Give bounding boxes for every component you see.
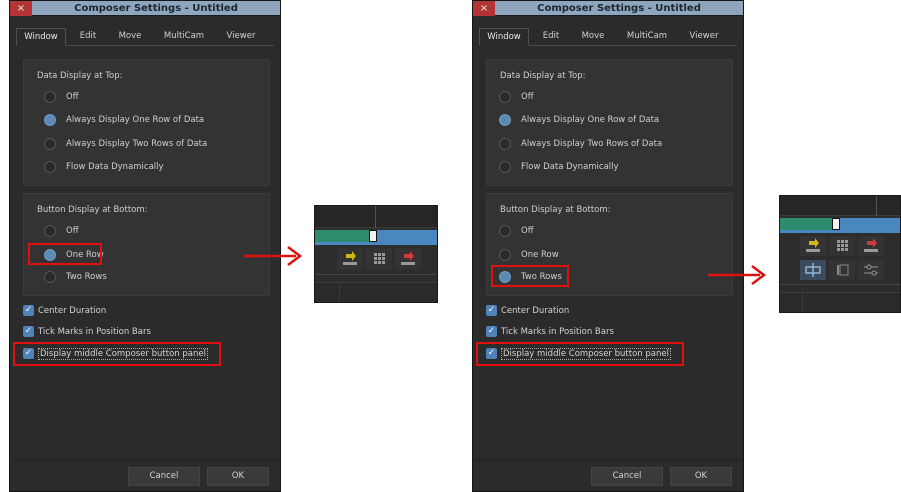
- ok-button[interactable]: OK: [207, 467, 269, 486]
- radio-data-off[interactable]: Off: [499, 90, 534, 104]
- data-display-title: Data Display at Top:: [500, 71, 586, 81]
- checkmark-icon: ✓: [486, 305, 497, 316]
- tab-edit[interactable]: Edit: [70, 28, 106, 46]
- tab-viewer[interactable]: Viewer: [214, 28, 268, 46]
- radio-data-two-rows[interactable]: Always Display Two Rows of Data: [44, 137, 207, 151]
- checkmark-icon: ✓: [23, 326, 34, 337]
- window-title: Composer Settings - Untitled: [537, 3, 701, 14]
- composer-preview-one-row: [314, 205, 438, 303]
- cancel-button[interactable]: Cancel: [128, 467, 200, 486]
- tab-multicam[interactable]: MultiCam: [619, 28, 675, 46]
- radio-data-two-rows[interactable]: Always Display Two Rows of Data: [499, 137, 662, 151]
- dialog-footer: Cancel OK: [10, 459, 280, 491]
- multicam-button[interactable]: [829, 260, 855, 280]
- close-button[interactable]: ×: [10, 1, 32, 16]
- radio-data-off[interactable]: Off: [44, 90, 79, 104]
- radio-buttons-off[interactable]: Off: [44, 224, 79, 238]
- tab-bar: Window Edit Move MultiCam Viewer: [479, 28, 737, 46]
- close-button[interactable]: ×: [473, 1, 495, 16]
- highlight-middle-panel: [13, 342, 221, 366]
- splice-in-button[interactable]: [337, 248, 363, 270]
- radio-buttons-off[interactable]: Off: [499, 224, 534, 238]
- checkmark-icon: ✓: [23, 305, 34, 316]
- timeline-blue-bar: [377, 230, 437, 242]
- highlight-middle-panel: [476, 342, 684, 366]
- position-indicator: [832, 218, 840, 230]
- composer-settings-dialog-left: × Composer Settings - Untitled Window Ed…: [9, 0, 281, 492]
- highlight-one-row: [28, 243, 102, 265]
- tab-multicam[interactable]: MultiCam: [156, 28, 212, 46]
- radio-data-flow[interactable]: Flow Data Dynamically: [499, 160, 619, 174]
- radio-data-one-row[interactable]: Always Display One Row of Data: [499, 113, 659, 127]
- grid-button[interactable]: [829, 236, 855, 256]
- highlight-two-rows: [491, 265, 569, 287]
- data-display-title: Data Display at Top:: [37, 71, 123, 81]
- grid-button[interactable]: [366, 248, 392, 270]
- position-indicator: [369, 230, 377, 242]
- checkmark-icon: ✓: [486, 326, 497, 337]
- check-tick-marks[interactable]: ✓ Tick Marks in Position Bars: [486, 325, 614, 338]
- mixer-button[interactable]: [858, 260, 884, 280]
- tab-move[interactable]: Move: [108, 28, 152, 46]
- overwrite-button[interactable]: [800, 260, 826, 280]
- radio-buttons-two-rows[interactable]: Two Rows: [44, 270, 107, 284]
- lift-button[interactable]: [858, 236, 884, 256]
- button-display-title: Button Display at Bottom:: [500, 205, 611, 215]
- tab-bar: Window Edit Move MultiCam Viewer: [16, 28, 274, 46]
- window-title: Composer Settings - Untitled: [74, 3, 238, 14]
- check-tick-marks[interactable]: ✓ Tick Marks in Position Bars: [23, 325, 151, 338]
- timeline-green-bar: [780, 218, 832, 230]
- ok-button[interactable]: OK: [670, 467, 732, 486]
- data-display-group: Data Display at Top: Off Always Display …: [486, 59, 733, 186]
- tab-window[interactable]: Window: [16, 28, 66, 46]
- right-arrow-icon: [708, 265, 767, 285]
- tab-window[interactable]: Window: [479, 28, 529, 46]
- right-arrow-icon: [244, 246, 303, 266]
- check-center-duration[interactable]: ✓ Center Duration: [486, 304, 569, 317]
- tab-viewer[interactable]: Viewer: [677, 28, 731, 46]
- title-bar: × Composer Settings - Untitled: [10, 1, 280, 16]
- radio-buttons-one-row[interactable]: One Row: [499, 248, 559, 262]
- splice-in-button[interactable]: [800, 236, 826, 256]
- data-display-group: Data Display at Top: Off Always Display …: [23, 59, 270, 186]
- title-bar: × Composer Settings - Untitled: [473, 1, 743, 16]
- dialog-footer: Cancel OK: [473, 459, 743, 491]
- composer-preview-two-rows: [779, 195, 901, 313]
- radio-data-one-row[interactable]: Always Display One Row of Data: [44, 113, 204, 127]
- overwrite-button[interactable]: [395, 248, 421, 270]
- tab-move[interactable]: Move: [571, 28, 615, 46]
- radio-data-flow[interactable]: Flow Data Dynamically: [44, 160, 164, 174]
- button-display-title: Button Display at Bottom:: [37, 205, 148, 215]
- check-center-duration[interactable]: ✓ Center Duration: [23, 304, 106, 317]
- timeline-blue-bar: [840, 218, 900, 230]
- timeline-green-bar: [315, 230, 369, 242]
- cancel-button[interactable]: Cancel: [591, 467, 663, 486]
- tab-edit[interactable]: Edit: [533, 28, 569, 46]
- composer-settings-dialog-right: × Composer Settings - Untitled Window Ed…: [472, 0, 744, 492]
